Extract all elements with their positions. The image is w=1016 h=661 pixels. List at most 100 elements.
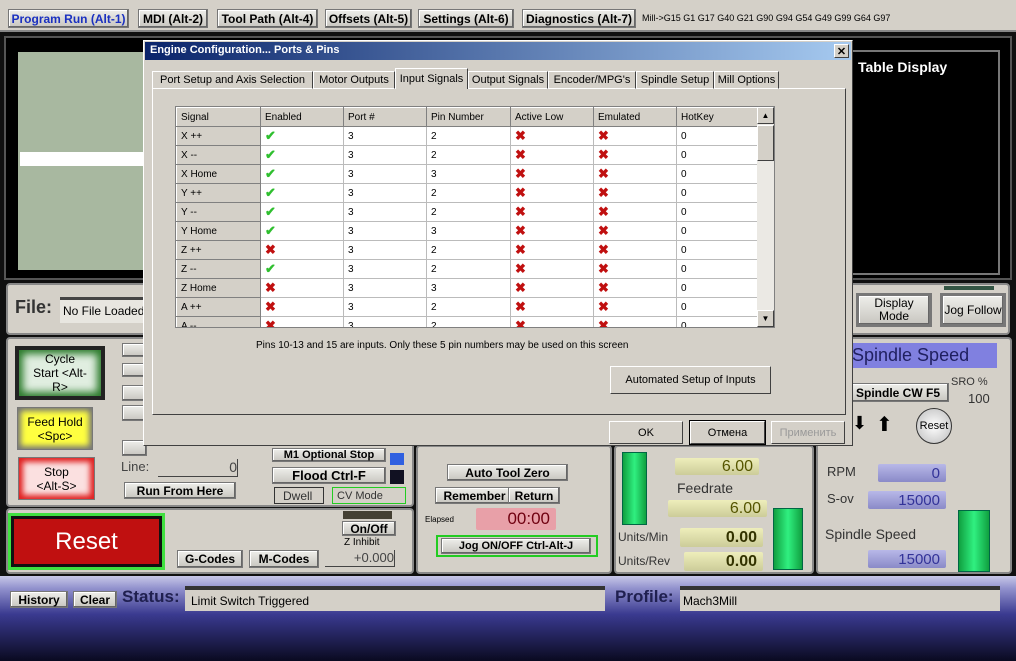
cycle-start-button[interactable]: Cycle Start <Alt-R>: [15, 346, 105, 400]
spindle-reset-button[interactable]: Reset: [916, 408, 952, 444]
cell-pin-number[interactable]: 2: [426, 126, 511, 146]
gcodes-button[interactable]: G-Codes: [177, 550, 243, 568]
cell-signal[interactable]: Z Home: [176, 278, 261, 298]
dialog-tab-output-signals[interactable]: Output Signals: [468, 71, 548, 89]
cell-port-[interactable]: 3: [343, 202, 427, 222]
stop-button[interactable]: Stop <Alt-S>: [18, 457, 95, 500]
column-header[interactable]: Emulated: [593, 107, 677, 127]
scroll-up-icon[interactable]: ▲: [757, 107, 774, 124]
column-header[interactable]: Enabled: [260, 107, 344, 127]
dialog-tab-encoder-mpg-s[interactable]: Encoder/MPG's: [548, 71, 636, 89]
dialog-tab-mill-options[interactable]: Mill Options: [714, 71, 779, 89]
cross-icon[interactable]: ✖: [510, 126, 594, 146]
flood-button[interactable]: Flood Ctrl-F: [272, 467, 386, 484]
tab-diagnostics[interactable]: Diagnostics (Alt-7): [522, 9, 636, 28]
cross-icon[interactable]: ✖: [510, 221, 594, 241]
spindle-speed-field[interactable]: 15000: [868, 550, 946, 568]
ok-button[interactable]: OK: [609, 421, 683, 444]
spindle-cw-button[interactable]: Spindle CW F5: [847, 383, 949, 402]
cell-port-[interactable]: 3: [343, 240, 427, 260]
table-row[interactable]: Z -- ✔ 3 2 ✖ ✖ 0: [176, 259, 759, 279]
dialog-tab-port-setup-and-axis-selection[interactable]: Port Setup and Axis Selection: [152, 71, 313, 89]
cell-signal[interactable]: A ++: [176, 297, 261, 317]
cell-signal[interactable]: Y ++: [176, 183, 261, 203]
cross-icon[interactable]: ✖: [593, 297, 677, 317]
cell-pin-number[interactable]: 2: [426, 145, 511, 165]
check-icon[interactable]: ✔: [260, 164, 344, 184]
table-row[interactable]: Z Home ✖ 3 3 ✖ ✖ 0: [176, 278, 759, 298]
cell-hotkey[interactable]: 0: [676, 164, 759, 184]
cross-icon[interactable]: ✖: [260, 316, 344, 327]
cell-pin-number[interactable]: 2: [426, 316, 511, 327]
cell-port-[interactable]: 3: [343, 145, 427, 165]
cross-icon[interactable]: ✖: [593, 259, 677, 279]
cell-signal[interactable]: Y Home: [176, 221, 261, 241]
cell-hotkey[interactable]: 0: [676, 316, 759, 327]
column-header[interactable]: Active Low: [510, 107, 594, 127]
cell-signal[interactable]: X --: [176, 145, 261, 165]
spindle-down-arrow-icon[interactable]: ⬇: [852, 413, 867, 434]
return-button[interactable]: Return: [508, 487, 560, 504]
reset-button[interactable]: Reset: [8, 513, 165, 570]
cross-icon[interactable]: ✖: [593, 221, 677, 241]
tab-mdi[interactable]: MDI (Alt-2): [138, 9, 208, 28]
run-from-here-button[interactable]: Run From Here: [124, 482, 236, 499]
optional-stop-button[interactable]: M1 Optional Stop: [272, 448, 386, 462]
table-row[interactable]: Y ++ ✔ 3 2 ✖ ✖ 0: [176, 183, 759, 203]
check-icon[interactable]: ✔: [260, 259, 344, 279]
mcodes-button[interactable]: M-Codes: [249, 550, 319, 568]
tab-program-run[interactable]: Program Run (Alt-1): [8, 9, 129, 28]
check-icon[interactable]: ✔: [260, 145, 344, 165]
cross-icon[interactable]: ✖: [510, 259, 594, 279]
table-row[interactable]: A -- ✖ 3 2 ✖ ✖ 0: [176, 316, 759, 327]
cross-icon[interactable]: ✖: [260, 278, 344, 298]
cross-icon[interactable]: ✖: [510, 183, 594, 203]
table-row[interactable]: X -- ✔ 3 2 ✖ ✖ 0: [176, 145, 759, 165]
cross-icon[interactable]: ✖: [593, 278, 677, 298]
tab-offsets[interactable]: Offsets (Alt-5): [325, 9, 412, 28]
table-row[interactable]: Y Home ✔ 3 3 ✖ ✖ 0: [176, 221, 759, 241]
table-row[interactable]: Y -- ✔ 3 2 ✖ ✖ 0: [176, 202, 759, 222]
cross-icon[interactable]: ✖: [593, 316, 677, 327]
cell-hotkey[interactable]: 0: [676, 278, 759, 298]
cross-icon[interactable]: ✖: [593, 240, 677, 260]
cross-icon[interactable]: ✖: [510, 316, 594, 327]
cross-icon[interactable]: ✖: [510, 278, 594, 298]
cell-hotkey[interactable]: 0: [676, 202, 759, 222]
clear-button[interactable]: Clear: [73, 591, 117, 608]
check-icon[interactable]: ✔: [260, 221, 344, 241]
table-row[interactable]: X Home ✔ 3 3 ✖ ✖ 0: [176, 164, 759, 184]
cross-icon[interactable]: ✖: [593, 126, 677, 146]
cross-icon[interactable]: ✖: [593, 183, 677, 203]
cell-hotkey[interactable]: 0: [676, 297, 759, 317]
cell-pin-number[interactable]: 2: [426, 259, 511, 279]
table-row[interactable]: Z ++ ✖ 3 2 ✖ ✖ 0: [176, 240, 759, 260]
tab-settings[interactable]: Settings (Alt-6): [418, 9, 514, 28]
cell-signal[interactable]: Z --: [176, 259, 261, 279]
cell-hotkey[interactable]: 0: [676, 240, 759, 260]
scroll-thumb[interactable]: [757, 125, 774, 161]
feedrate-field[interactable]: 6.00: [668, 500, 767, 517]
auto-tool-zero-button[interactable]: Auto Tool Zero: [447, 464, 568, 481]
column-header[interactable]: Port #: [343, 107, 427, 127]
line-field[interactable]: 0: [158, 459, 238, 477]
cell-pin-number[interactable]: 2: [426, 240, 511, 260]
check-icon[interactable]: ✔: [260, 202, 344, 222]
column-header[interactable]: Pin Number: [426, 107, 511, 127]
dialog-tab-motor-outputs[interactable]: Motor Outputs: [313, 71, 395, 89]
dialog-tab-spindle-setup[interactable]: Spindle Setup: [636, 71, 714, 89]
cross-icon[interactable]: ✖: [510, 297, 594, 317]
cell-hotkey[interactable]: 0: [676, 183, 759, 203]
cell-pin-number[interactable]: 3: [426, 164, 511, 184]
cross-icon[interactable]: ✖: [510, 164, 594, 184]
table-row[interactable]: X ++ ✔ 3 2 ✖ ✖ 0: [176, 126, 759, 146]
cross-icon[interactable]: ✖: [510, 202, 594, 222]
cell-signal[interactable]: X Home: [176, 164, 261, 184]
cell-port-[interactable]: 3: [343, 164, 427, 184]
cancel-button[interactable]: Отмена: [689, 420, 766, 445]
cell-pin-number[interactable]: 3: [426, 221, 511, 241]
column-header[interactable]: HotKey: [676, 107, 759, 127]
cell-hotkey[interactable]: 0: [676, 221, 759, 241]
tab-tool-path[interactable]: Tool Path (Alt-4): [217, 9, 318, 28]
cross-icon[interactable]: ✖: [260, 240, 344, 260]
